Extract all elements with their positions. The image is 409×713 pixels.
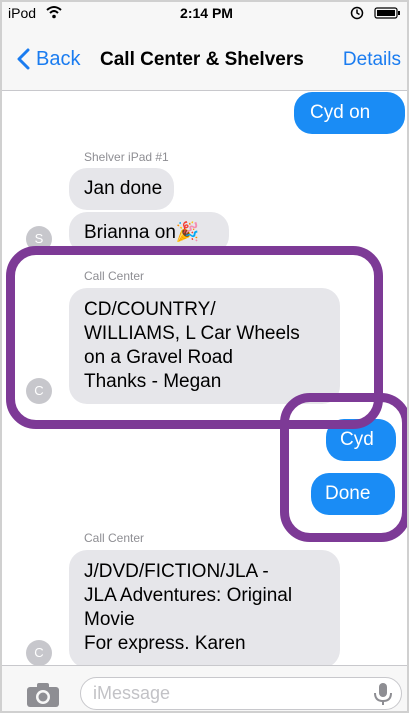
back-button[interactable]: Back <box>16 46 80 72</box>
message-input-placeholder: iMessage <box>93 683 171 703</box>
message-text: Jan done <box>84 178 163 199</box>
message-line: J/DVD/FICTION/JLA - <box>84 561 269 582</box>
message-line: JLA Adventures: Original <box>84 585 293 606</box>
conversation-title: Call Center & Shelvers <box>100 49 304 70</box>
highlight-box-reply-messages <box>280 393 407 542</box>
microphone-icon[interactable] <box>371 682 395 706</box>
message-line: For express. Karen <box>84 633 246 654</box>
message-text: Brianna on🎉 <box>84 222 200 243</box>
message-bubble: Jan done <box>69 168 174 210</box>
battery-icon <box>350 6 400 20</box>
sender-name: Call Center <box>84 531 145 545</box>
status-bar: iPod 2:14 PM <box>2 2 407 24</box>
back-label: Back <box>36 47 81 70</box>
message-input-bar: iMessage <box>2 665 407 711</box>
message-bubble: Cyd on <box>294 92 405 134</box>
message-input[interactable]: iMessage <box>80 677 402 710</box>
message-bubble: J/DVD/FICTION/JLA - JLA Adventures: Orig… <box>69 550 340 665</box>
details-button[interactable]: Details <box>343 49 401 71</box>
avatar: C <box>26 640 52 665</box>
phone-screen: iPod 2:14 PM Back Call Center & Shelvers… <box>0 0 409 713</box>
navigation-bar: Back Call Center & Shelvers Details <box>2 24 407 91</box>
sender-name: Shelver iPad #1 <box>84 150 169 164</box>
chevron-left-icon <box>17 48 30 70</box>
camera-icon[interactable] <box>26 682 60 708</box>
message-text: Cyd on <box>310 102 371 123</box>
message-line: Movie <box>84 609 135 630</box>
